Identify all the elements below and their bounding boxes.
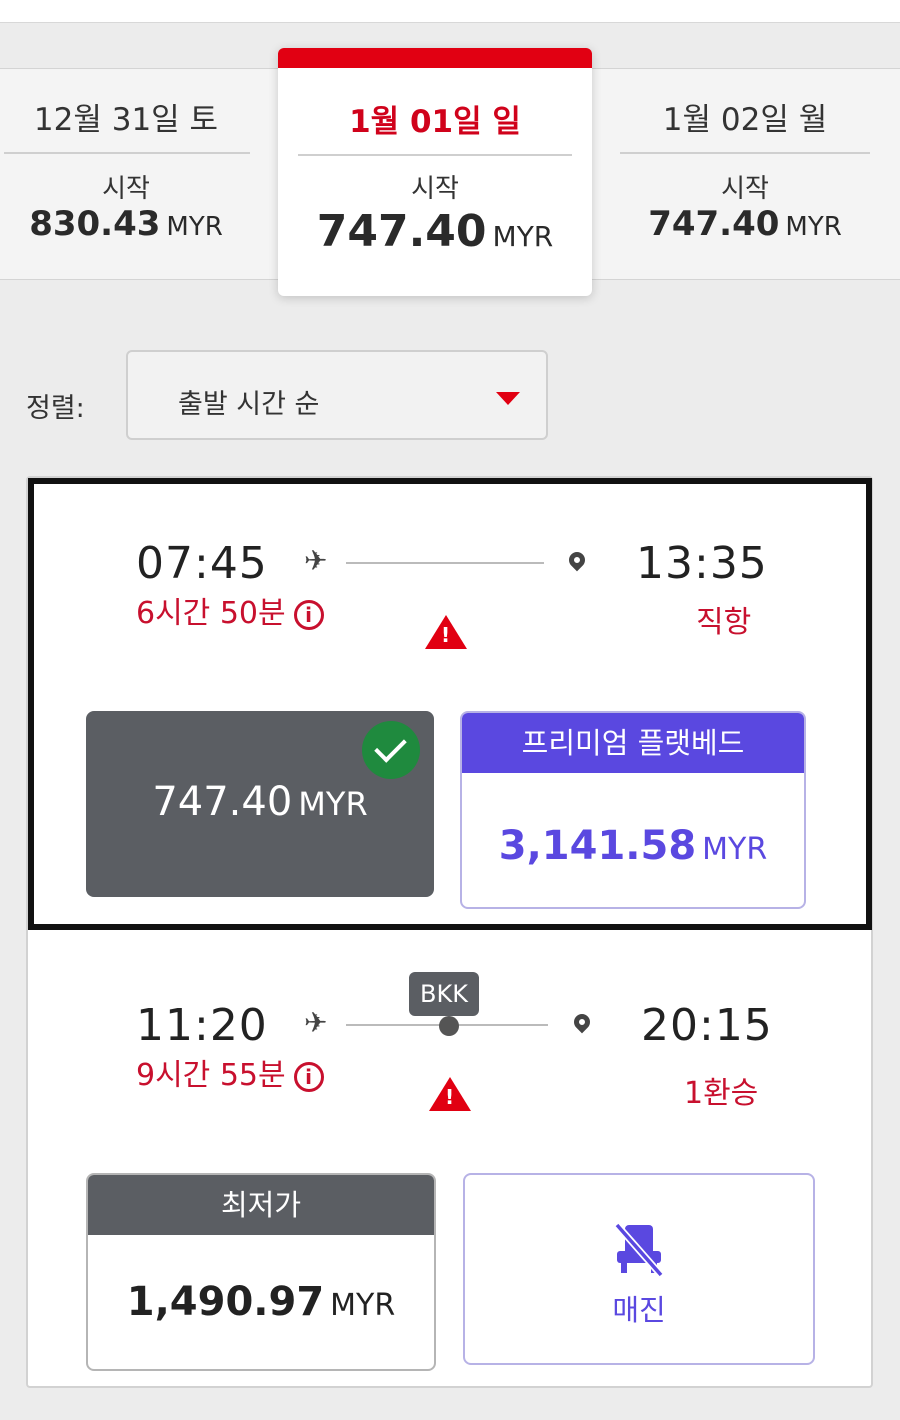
- date-tab-selected[interactable]: 1월 01일 일 시작 747.40 MYR: [278, 48, 592, 296]
- plane-icon: ✈: [304, 544, 328, 577]
- date-price: 747.40 MYR: [648, 204, 842, 244]
- date-price: 830.43 MYR: [29, 204, 223, 244]
- warning-icon[interactable]: [429, 1077, 471, 1111]
- from-label: 시작: [102, 174, 150, 204]
- arrival-time: 20:15: [641, 1000, 773, 1051]
- warning-icon[interactable]: [425, 615, 467, 649]
- date-label: 1월 02일 월: [662, 102, 828, 138]
- route-line: [346, 562, 544, 564]
- top-bar: [0, 0, 900, 23]
- date-label: 12월 31일 토: [33, 102, 219, 138]
- fare-price: 3,141.58 MYR: [498, 823, 768, 869]
- layover-airport-badge: BKK: [409, 972, 479, 1016]
- arrival-time: 13:35: [636, 538, 768, 589]
- divider: [620, 152, 870, 154]
- sort-value: 출발 시간 순: [178, 389, 320, 420]
- sort-select[interactable]: 출발 시간 순: [126, 350, 548, 440]
- date-tab-prev[interactable]: 12월 31일 토 시작 830.43 MYR: [0, 68, 252, 278]
- layover-dot: [439, 1016, 459, 1036]
- fare-lowest[interactable]: 최저가 1,490.97 MYR: [86, 1173, 436, 1371]
- fare-header: 최저가: [88, 1175, 434, 1235]
- date-label: 1월 01일 일: [349, 104, 521, 140]
- fare-price: 747.40 MYR: [152, 779, 368, 825]
- stops-info: 직항: [696, 605, 752, 640]
- flight-duration: 9시간 55분 i: [136, 1050, 324, 1094]
- from-label: 시작: [411, 174, 459, 204]
- departure-time: 07:45: [136, 538, 268, 589]
- flight-duration: 6시간 50분 i: [136, 588, 324, 632]
- seat-unavailable-icon: [614, 1222, 664, 1277]
- bottom-spacer: [0, 1400, 900, 1420]
- plane-icon: ✈: [304, 1006, 328, 1039]
- sort-label: 정렬:: [26, 393, 85, 424]
- selected-indicator: [278, 48, 592, 68]
- stops-info: 1환승: [684, 1076, 759, 1111]
- date-tab-next[interactable]: 1월 02일 월 시작 747.40 MYR: [620, 68, 870, 278]
- fare-premium-flatbed[interactable]: 프리미엄 플랫베드 3,141.58 MYR: [460, 711, 806, 909]
- divider: [4, 152, 250, 154]
- fare-price: 1,490.97 MYR: [126, 1279, 396, 1325]
- check-icon: [362, 721, 420, 779]
- fare-header: 프리미엄 플랫베드: [462, 713, 804, 773]
- info-icon[interactable]: i: [293, 1061, 324, 1092]
- info-icon[interactable]: i: [293, 599, 324, 630]
- departure-time: 11:20: [136, 1000, 268, 1051]
- divider: [298, 154, 572, 156]
- from-label: 시작: [721, 174, 769, 204]
- caret-down-icon: [496, 392, 520, 405]
- sold-out-label: 매진: [612, 1293, 666, 1327]
- date-price: 747.40 MYR: [316, 206, 554, 257]
- fare-sold-out: 매진: [463, 1173, 815, 1365]
